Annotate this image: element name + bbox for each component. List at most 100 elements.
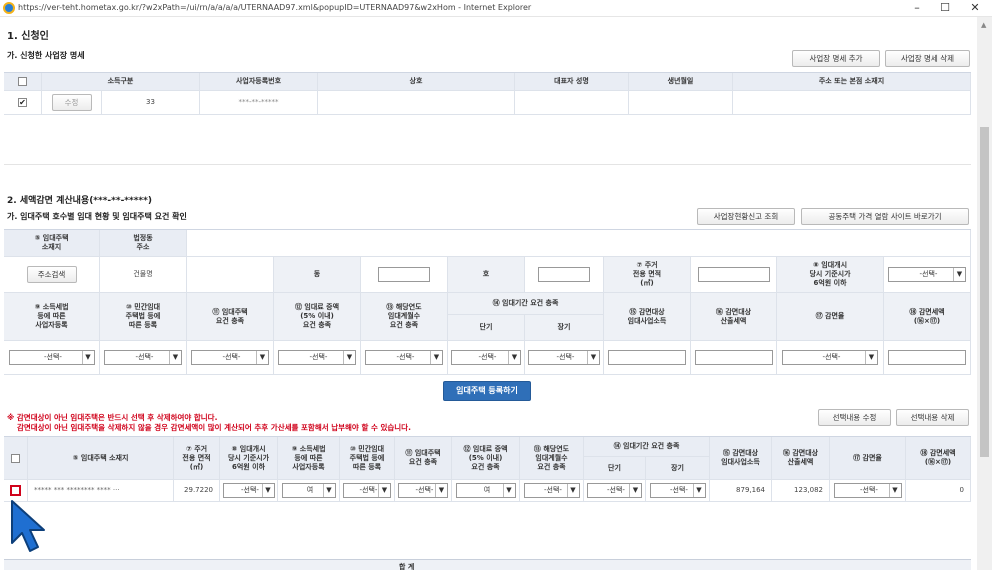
t2-income-header: ⑮ 감면대상 임대사업소득	[710, 437, 772, 480]
tax-input[interactable]	[694, 350, 773, 365]
rental-row-biz-select[interactable]: 여 ▼	[281, 483, 336, 498]
t2-area-header: ⑦ 주거 전용 면적 (㎡)	[174, 437, 220, 480]
mouse-cursor-icon	[11, 500, 45, 552]
dong-cell	[361, 257, 448, 293]
apartment-price-site-button[interactable]: 공동주택 가격 열람 사이트 바로가기	[801, 208, 969, 225]
rate-select[interactable]: -선택- ▼	[782, 350, 878, 365]
rental-req-select[interactable]: -선택- ▼	[191, 350, 269, 365]
page-content: 1. 신청인 가. 신청한 사업장 명세 사업장 명세 추가 사업장 명세 삭제…	[0, 17, 975, 570]
form-legal-address-value	[187, 230, 971, 257]
delete-business-button[interactable]: 사업장 명세 삭제	[885, 50, 970, 67]
biz-reg-header: ⑨ 소득세법 등에 따른 사업자등록	[4, 293, 100, 341]
edit-selection-button[interactable]: 선택내용 수정	[818, 409, 891, 426]
rental-row-biz-cell: 여 ▼	[278, 480, 340, 502]
browser-titlebar: https://ver-teht.hometax.go.kr/?w2xPath=…	[0, 0, 992, 17]
section1-subtitle: 가. 신청한 사업장 명세	[7, 51, 85, 60]
table2-check-header	[4, 437, 28, 480]
income-input[interactable]	[608, 350, 686, 365]
col-representative: 대표자 성명	[515, 73, 629, 91]
short-term-cell: -선택- ▼	[448, 341, 525, 375]
rental-row-req-select[interactable]: -선택- ▼	[398, 483, 448, 498]
row-edit-button[interactable]: 수정	[51, 94, 92, 111]
section2-title: 2. 세액감면 계산내용(***-**-*****)	[7, 196, 152, 206]
rental-row-income: 879,164	[710, 480, 772, 502]
reduction-header: ⑱ 감면세액 (⑯×⑰)	[884, 293, 971, 341]
short-term-select[interactable]: -선택- ▼	[451, 350, 521, 365]
rental-row-long-select[interactable]: -선택- ▼	[649, 483, 706, 498]
scroll-up-icon[interactable]: ▲	[981, 21, 986, 29]
area-input[interactable]	[697, 267, 770, 282]
rental-row-rate-select[interactable]: -선택- ▼	[833, 483, 902, 498]
rental-row-req-cell: -선택- ▼	[395, 480, 452, 502]
register-rental-button[interactable]: 임대주택 등록하기	[443, 381, 531, 401]
rate-header: ⑰ 감면율	[777, 293, 884, 341]
t2-req-header: ⑪ 임대주택 요건 충족	[395, 437, 452, 480]
biz-reg-select[interactable]: -선택- ▼	[8, 350, 95, 365]
table-row-check: ✔	[4, 91, 42, 115]
t2-rent-header: ⑫ 임대료 증액 (5% 이내) 요건 충족	[452, 437, 520, 480]
minimize-button[interactable]: –	[902, 0, 932, 17]
row-business-no: ***-**-*****	[200, 91, 318, 115]
ho-input[interactable]	[538, 267, 590, 282]
maximize-button[interactable]: ☐	[930, 0, 960, 17]
chevron-down-icon: ▼	[378, 484, 390, 497]
rent-increase-header: ⑫ 임대료 증액 (5% 이내) 요건 충족	[274, 293, 361, 341]
close-button[interactable]: ✕	[960, 0, 990, 17]
rental-row-price-select[interactable]: -선택- ▼	[222, 483, 275, 498]
rental-row-months-select[interactable]: -선택- ▼	[523, 483, 580, 498]
long-term-select[interactable]: -선택- ▼	[528, 350, 600, 365]
reduction-input[interactable]	[888, 350, 966, 365]
delete-selection-button[interactable]: 선택내용 삭제	[896, 409, 969, 426]
warning-line-2: 감면대상이 아닌 임대주택을 삭제하지 않을 경우 감면세액이 많이 계산되어 …	[17, 423, 411, 432]
rental-row-private-select[interactable]: -선택- ▼	[343, 483, 391, 498]
income-cell	[604, 341, 691, 375]
price-label: ⑧ 임대개시 당시 기준시가 6억원 이하	[777, 257, 884, 293]
dong-input[interactable]	[378, 267, 430, 282]
rental-months-cell: -선택- ▼	[361, 341, 448, 375]
rental-row-short-select[interactable]: -선택- ▼	[587, 483, 642, 498]
section1-title: 1. 신청인	[7, 31, 49, 42]
chevron-down-icon: ▼	[566, 484, 579, 497]
section2-subtitle: 가. 임대주택 호수별 임대 현황 및 임대주택 요건 확인	[7, 212, 187, 221]
col-address: 주소 또는 본점 소재지	[733, 73, 971, 91]
chevron-down-icon: ▼	[692, 484, 705, 497]
rent-increase-cell: -선택- ▼	[274, 341, 361, 375]
add-business-button[interactable]: 사업장 명세 추가	[792, 50, 880, 67]
chevron-down-icon: ▼	[865, 351, 877, 364]
row-edit-cell: 수정	[42, 91, 102, 115]
vertical-scrollbar[interactable]: ▲	[977, 17, 992, 570]
rate-cell: -선택- ▼	[777, 341, 884, 375]
row-birthdate	[629, 91, 733, 115]
rental-row-rent-select[interactable]: 여 ▼	[455, 483, 516, 498]
rental-row-rate-cell: -선택- ▼	[830, 480, 906, 502]
area-cell	[691, 257, 777, 293]
t2-location-header: ⑤ 임대주택 소재지	[28, 437, 174, 480]
business-report-lookup-button[interactable]: 사업장현황신고 조회	[697, 208, 795, 225]
row-representative	[515, 91, 629, 115]
col-trade-name: 상호	[318, 73, 515, 91]
price-select[interactable]: -선택- ▼	[888, 267, 966, 282]
rental-row-short-cell: -선택- ▼	[584, 480, 646, 502]
price-cell: -선택- ▼	[884, 257, 971, 293]
select-all-rentals-checkbox[interactable]	[11, 453, 20, 463]
private-rent-select[interactable]: -선택- ▼	[104, 350, 182, 365]
chevron-down-icon: ▼	[435, 484, 447, 497]
select-all-checkbox[interactable]	[18, 77, 27, 86]
row-checkbox[interactable]: ✔	[18, 98, 27, 107]
rental-row-months-cell: -선택- ▼	[520, 480, 584, 502]
rent-increase-select[interactable]: -선택- ▼	[278, 350, 356, 365]
rental-req-header: ⑪ 임대주택 요건 충족	[187, 293, 274, 341]
form-legal-address-header: 법정동 주소	[100, 230, 187, 257]
row-trade-name	[318, 91, 515, 115]
rental-row-checkbox[interactable]	[10, 485, 21, 496]
long-term-header: 장기	[525, 315, 604, 341]
chevron-down-icon: ▼	[169, 351, 181, 364]
rental-months-select[interactable]: -선택- ▼	[365, 350, 443, 365]
scrollbar-thumb[interactable]	[980, 127, 989, 457]
section-divider	[4, 164, 971, 165]
chevron-down-icon: ▼	[508, 351, 520, 364]
window-title-url: https://ver-teht.hometax.go.kr/?w2xPath=…	[18, 3, 532, 12]
ho-cell	[525, 257, 604, 293]
long-term-cell: -선택- ▼	[525, 341, 604, 375]
address-search-button[interactable]: 주소검색	[26, 266, 77, 283]
